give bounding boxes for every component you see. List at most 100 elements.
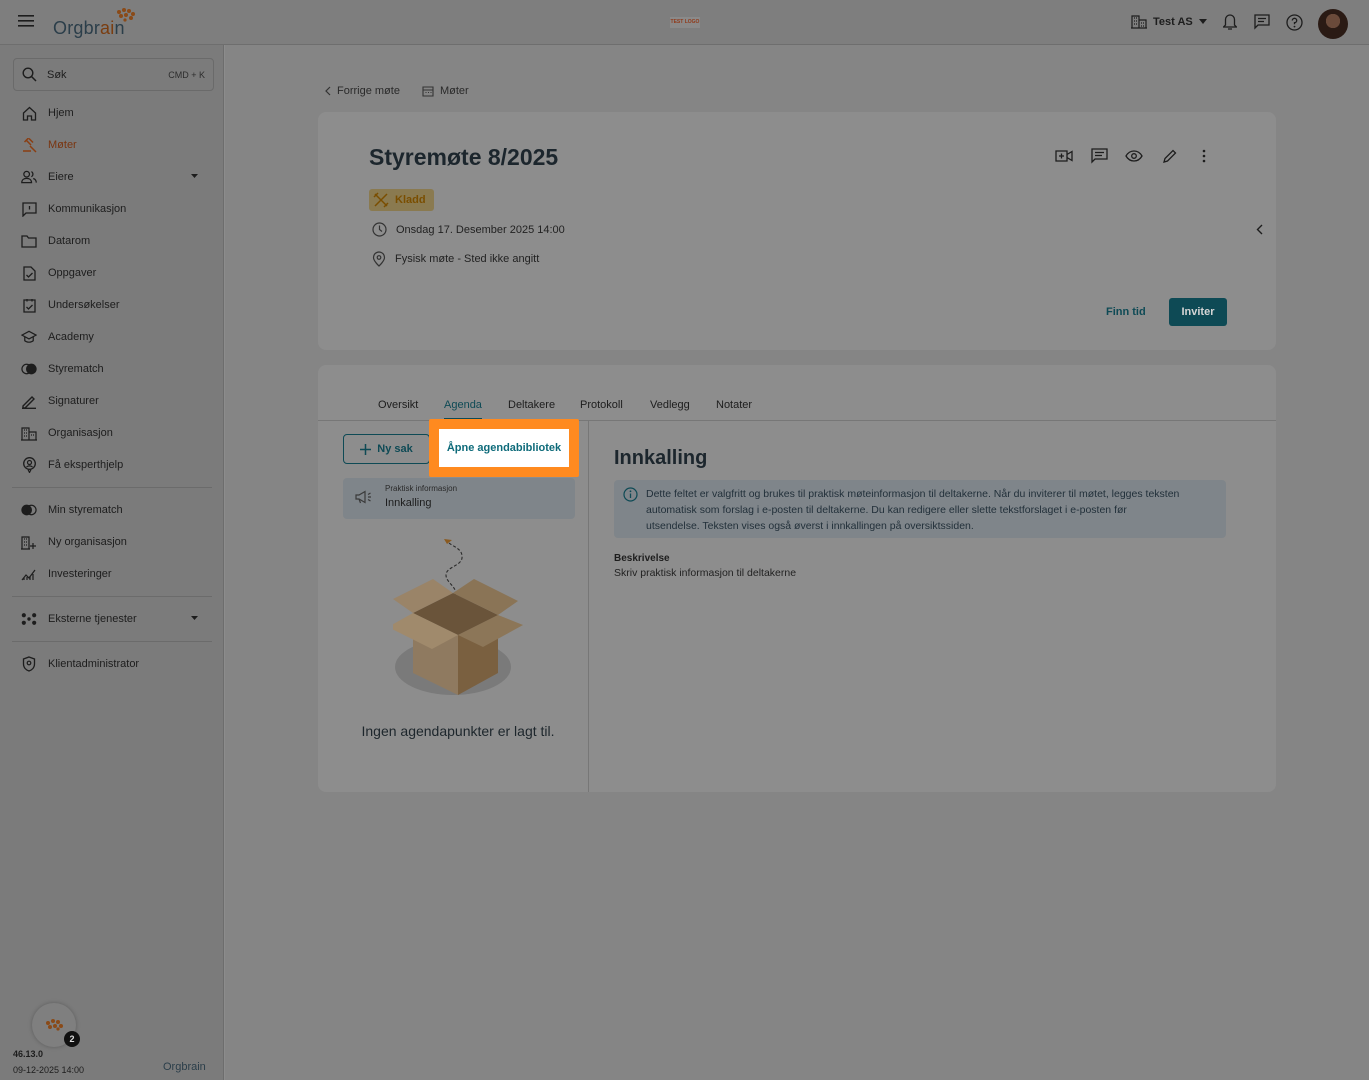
- menu-icon[interactable]: [18, 14, 34, 28]
- previous-meeting-link[interactable]: Forrige møte: [325, 85, 400, 97]
- tab-notater[interactable]: Notater: [716, 399, 752, 411]
- sidebar-item-label: Academy: [48, 331, 94, 343]
- sidebar-item-eiere[interactable]: Eiere: [0, 161, 224, 193]
- search-label: Søk: [47, 68, 67, 81]
- chevron-down-icon: [191, 616, 198, 620]
- match-icon: [21, 502, 37, 518]
- sidebar-item-label: Få eksperthjelp: [48, 459, 124, 471]
- folder-icon: [21, 233, 37, 249]
- main-navigation: Hjem Møter Eiere Kommunikasjon Datarom O…: [0, 97, 224, 680]
- task-icon: [21, 265, 37, 281]
- tab-deltakere[interactable]: Deltakere: [508, 399, 555, 411]
- orgbrain-logo[interactable]: Orgbrain: [53, 6, 143, 40]
- new-item-label: Ny sak: [377, 443, 413, 455]
- status-label: Kladd: [395, 194, 426, 206]
- chat-icon: [21, 201, 37, 217]
- meetings-label: Møter: [439, 85, 469, 97]
- sidebar-item-label: Datarom: [48, 235, 91, 247]
- tab-oversikt[interactable]: Oversikt: [378, 399, 418, 411]
- sidebar-item-min-styrematch[interactable]: Min styrematch: [0, 494, 224, 526]
- sidebar-item-label: Eiere: [48, 171, 74, 183]
- tab-bar: Oversikt Agenda Deltakere Protokoll Vedl…: [318, 365, 1276, 421]
- clock-icon: [372, 222, 387, 237]
- sidebar-item-undersokelser[interactable]: Undersøkelser: [0, 289, 224, 321]
- find-time-button[interactable]: Finn tid: [1098, 298, 1154, 326]
- sidebar-item-label: Møter: [48, 139, 77, 151]
- invite-button[interactable]: Inviter: [1169, 298, 1227, 326]
- divider: [12, 487, 212, 488]
- sidebar-item-datarom[interactable]: Datarom: [0, 225, 224, 257]
- previous-meeting-label: Forrige møte: [337, 85, 400, 97]
- chevron-left-icon[interactable]: [1256, 224, 1263, 235]
- video-icon[interactable]: [1055, 147, 1073, 165]
- open-library-highlight: Åpne agendabibliotek: [429, 419, 579, 477]
- test-logo: TEST LOGO: [670, 17, 700, 28]
- sidebar-item-academy[interactable]: Academy: [0, 321, 224, 353]
- calendar-icon: [422, 85, 434, 97]
- organization-name: Test AS: [1153, 15, 1193, 28]
- brand-right: n: [114, 18, 125, 38]
- sidebar-item-eksterne-tjenester[interactable]: Eksterne tjenester: [0, 603, 224, 635]
- page-title: Styremøte 8/2025: [369, 144, 559, 170]
- sidebar-item-organisasjon[interactable]: Organisasjon: [0, 417, 224, 449]
- info-text-line: automatisk som forslag i e-posten til de…: [646, 504, 1127, 516]
- home-icon: [21, 105, 37, 121]
- sidebar-item-eksperthjelp[interactable]: Få eksperthjelp: [0, 449, 224, 481]
- sidebar-item-signaturer[interactable]: Signaturer: [0, 385, 224, 417]
- sidebar-item-label: Min styrematch: [48, 504, 123, 516]
- tab-agenda[interactable]: Agenda: [444, 399, 482, 420]
- plus-icon: [360, 443, 372, 455]
- description-label: Beskrivelse: [614, 553, 670, 564]
- list-item[interactable]: Praktisk informasjon Innkalling: [343, 478, 575, 519]
- info-box: Dette feltet er valgfritt og brukes til …: [614, 480, 1226, 538]
- sidebar-item-label: Investeringer: [48, 568, 112, 580]
- section-title: Innkalling: [614, 447, 708, 469]
- tab-vedlegg[interactable]: Vedlegg: [650, 399, 690, 411]
- pencil-icon[interactable]: [1160, 147, 1178, 165]
- search-box[interactable]: Søk CMD + K: [13, 58, 214, 91]
- open-agenda-library-button[interactable]: Åpne agendabibliotek: [439, 429, 569, 467]
- breadcrumb: Forrige møte Møter: [325, 85, 491, 97]
- sidebar-item-moter[interactable]: Møter: [0, 129, 224, 161]
- tab-protokoll[interactable]: Protokoll: [580, 399, 623, 411]
- empty-state-text: Ingen agendapunkter er lagt til.: [361, 723, 555, 739]
- sidebar-item-oppgaver[interactable]: Oppgaver: [0, 257, 224, 289]
- description-field[interactable]: Skriv praktisk informasjon til deltakern…: [614, 567, 796, 579]
- bell-icon[interactable]: [1223, 14, 1237, 31]
- sidebar-item-label: Organisasjon: [48, 427, 113, 439]
- help-icon[interactable]: [1286, 14, 1303, 31]
- sidebar-item-kommunikasjon[interactable]: Kommunikasjon: [0, 193, 224, 225]
- survey-icon: [21, 297, 37, 313]
- meetings-link[interactable]: Møter: [422, 85, 469, 97]
- info-text-line: Dette feltet er valgfritt og brukes til …: [646, 488, 1180, 500]
- meeting-header-card: Styremøte 8/2025 Kladd Onsdag 17. Desemb…: [318, 112, 1276, 350]
- sidebar-item-label: Oppgaver: [48, 267, 97, 279]
- brand-accent: ai: [100, 18, 115, 38]
- message-icon[interactable]: [1254, 14, 1270, 30]
- version-info: 46.13.0 09-12-2025 14:00: [13, 1046, 84, 1078]
- footer-brand-text: Orgbrain: [163, 1061, 206, 1073]
- sidebar-item-klientadministrator[interactable]: Klientadministrator: [0, 648, 224, 680]
- sidebar-item-styrematch[interactable]: Styrematch: [0, 353, 224, 385]
- top-bar: Orgbrain TEST LOGO Test AS: [0, 0, 1369, 45]
- sidebar-item-investeringer[interactable]: Investeringer: [0, 558, 224, 590]
- new-item-button[interactable]: Ny sak: [343, 434, 430, 464]
- location-pin-icon: [372, 251, 386, 267]
- sidebar-item-hjem[interactable]: Hjem: [0, 97, 224, 129]
- user-avatar[interactable]: [1318, 9, 1348, 39]
- sidebar-item-ny-organisasjon[interactable]: Ny organisasjon: [0, 526, 224, 558]
- brand-left: Orgbr: [53, 18, 101, 38]
- eye-icon[interactable]: [1125, 147, 1143, 165]
- sidebar-item-label: Styrematch: [48, 363, 104, 375]
- sidebar-item-label: Hjem: [48, 107, 74, 119]
- divider: [12, 641, 212, 642]
- building-icon: [21, 425, 37, 441]
- meeting-location-text: Fysisk møte - Sted ikke angitt: [395, 253, 540, 265]
- meeting-location: Fysisk møte - Sted ikke angitt: [372, 251, 539, 267]
- more-vertical-icon[interactable]: [1195, 147, 1213, 165]
- divider: [588, 421, 589, 792]
- organization-selector[interactable]: Test AS: [1131, 14, 1207, 29]
- comment-icon[interactable]: [1090, 147, 1108, 165]
- gavel-icon: [21, 137, 37, 153]
- meeting-actions: [1055, 147, 1213, 165]
